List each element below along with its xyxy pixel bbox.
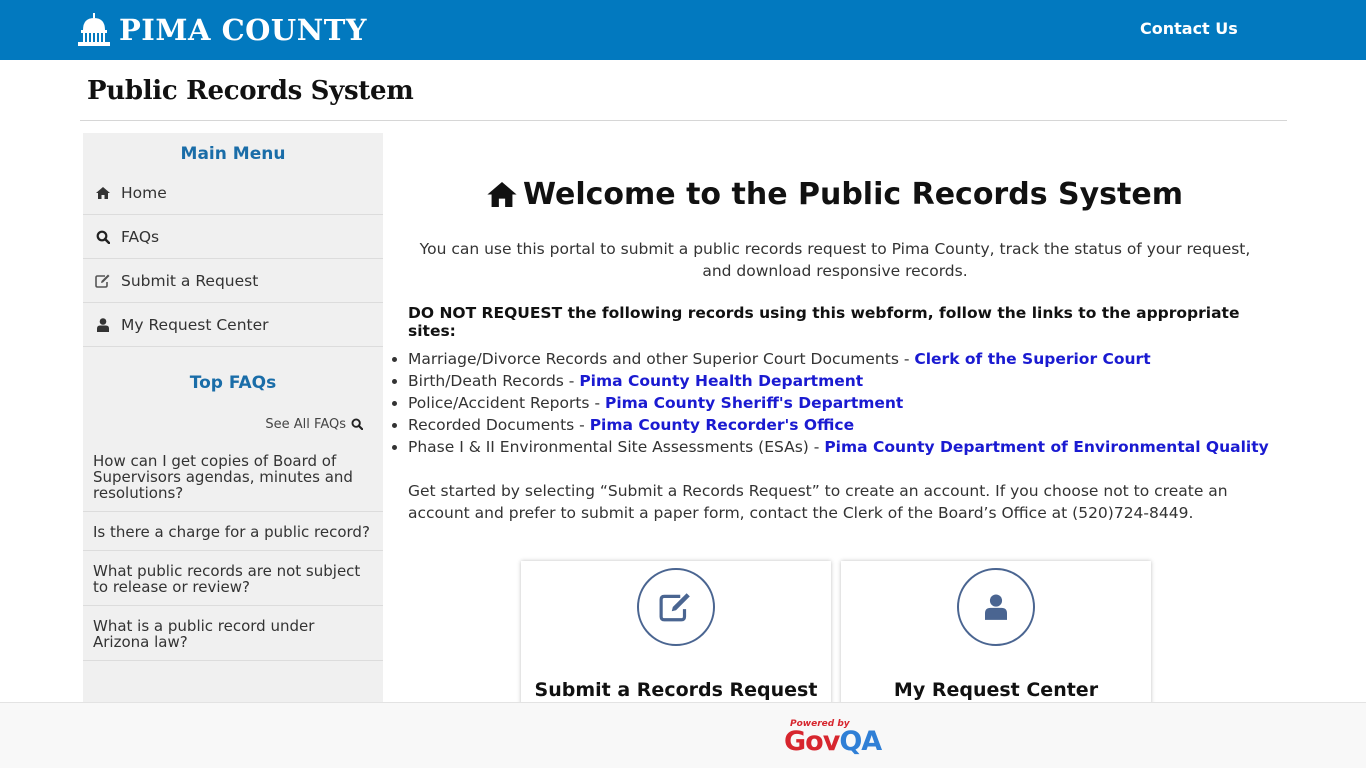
govqa-qa: QA [839, 726, 882, 757]
contact-us-link[interactable]: Contact Us [1140, 19, 1238, 38]
footer: Powered by GovQA [0, 702, 1366, 768]
list-item: Recorded Documents - Pima County Recorde… [392, 414, 1269, 436]
logo-text: PIMA COUNTY [119, 13, 367, 47]
health-department-link[interactable]: Pima County Health Department [579, 372, 863, 390]
main-menu-heading: Main Menu [180, 144, 286, 164]
see-all-faqs-link[interactable]: See All FAQs [83, 407, 383, 441]
list-item: Marriage/Divorce Records and other Super… [392, 348, 1269, 370]
recorder-office-link[interactable]: Pima County Recorder's Office [590, 416, 854, 434]
home-icon [95, 185, 111, 201]
record-type: Marriage/Divorce Records and other Super… [408, 350, 915, 368]
sidebar-item-faqs[interactable]: FAQs [83, 215, 383, 259]
records-list: Marriage/Divorce Records and other Super… [392, 348, 1269, 458]
top-navbar: PIMA COUNTY Contact Us [0, 0, 1366, 60]
sheriff-department-link[interactable]: Pima County Sheriff's Department [605, 394, 903, 412]
govqa-gov: Gov [784, 726, 840, 757]
get-started-text: Get started by selecting “Submit a Recor… [408, 482, 1228, 522]
record-type: Birth/Death Records - [408, 372, 580, 390]
edit-icon [95, 273, 111, 289]
home-icon [487, 182, 517, 207]
sidebar-item-label: My Request Center [121, 315, 269, 334]
record-type: Phase I & II Environmental Site Assessme… [408, 438, 825, 456]
title-divider [80, 120, 1287, 121]
card-label: Submit a Records Request [534, 679, 818, 701]
govqa-wordmark: GovQA [784, 726, 882, 757]
page-title: Public Records System [87, 76, 414, 106]
sidebar-item-label: Home [121, 183, 167, 202]
sidebar-item-label: FAQs [121, 227, 160, 246]
search-icon [351, 418, 363, 430]
welcome-heading: Welcome to the Public Records System [383, 177, 1287, 212]
submit-request-card[interactable]: Submit a Records Request [521, 561, 831, 721]
faq-item[interactable]: How can I get copies of Board of Supervi… [83, 441, 383, 512]
list-item: Police/Accident Reports - Pima County Sh… [392, 392, 1269, 414]
search-icon [95, 229, 111, 245]
list-item: Phase I & II Environmental Site Assessme… [392, 436, 1269, 458]
edit-icon [659, 593, 690, 622]
capitol-dome-icon [78, 13, 110, 46]
record-type: Police/Accident Reports - [408, 394, 605, 412]
intro-text: You can use this portal to submit a publ… [419, 240, 1251, 280]
welcome-title: Welcome to the Public Records System [523, 177, 1183, 212]
sidebar-item-submit-request[interactable]: Submit a Request [83, 259, 383, 303]
pima-county-logo[interactable]: PIMA COUNTY [77, 10, 367, 50]
icon-circle [957, 568, 1035, 646]
user-icon [95, 317, 111, 333]
do-not-request-warning: DO NOT REQUEST the following records usi… [408, 304, 1240, 340]
record-type: Recorded Documents - [408, 416, 590, 434]
see-all-faqs-label: See All FAQs [265, 416, 346, 432]
card-label: My Request Center [893, 679, 1099, 701]
faq-item[interactable]: What is a public record under Arizona la… [83, 606, 383, 661]
icon-circle [637, 568, 715, 646]
user-icon [985, 594, 1007, 620]
faq-item[interactable]: What public records are not subject to r… [83, 551, 383, 606]
clerk-superior-court-link[interactable]: Clerk of the Superior Court [914, 350, 1150, 368]
sidebar-item-home[interactable]: Home [83, 171, 383, 215]
top-faqs-heading: Top FAQs [189, 373, 277, 393]
my-request-center-card[interactable]: My Request Center [841, 561, 1151, 721]
sidebar-item-my-request-center[interactable]: My Request Center [83, 303, 383, 347]
list-item: Birth/Death Records - Pima County Health… [392, 370, 1269, 392]
faq-item[interactable]: Is there a charge for a public record? [83, 512, 383, 551]
sidebar: Main Menu Home FAQs Submit a Request My … [83, 133, 383, 713]
sidebar-item-label: Submit a Request [121, 271, 259, 290]
govqa-logo[interactable]: Powered by GovQA [784, 719, 882, 757]
environmental-quality-link[interactable]: Pima County Department of Environmental … [824, 438, 1268, 456]
